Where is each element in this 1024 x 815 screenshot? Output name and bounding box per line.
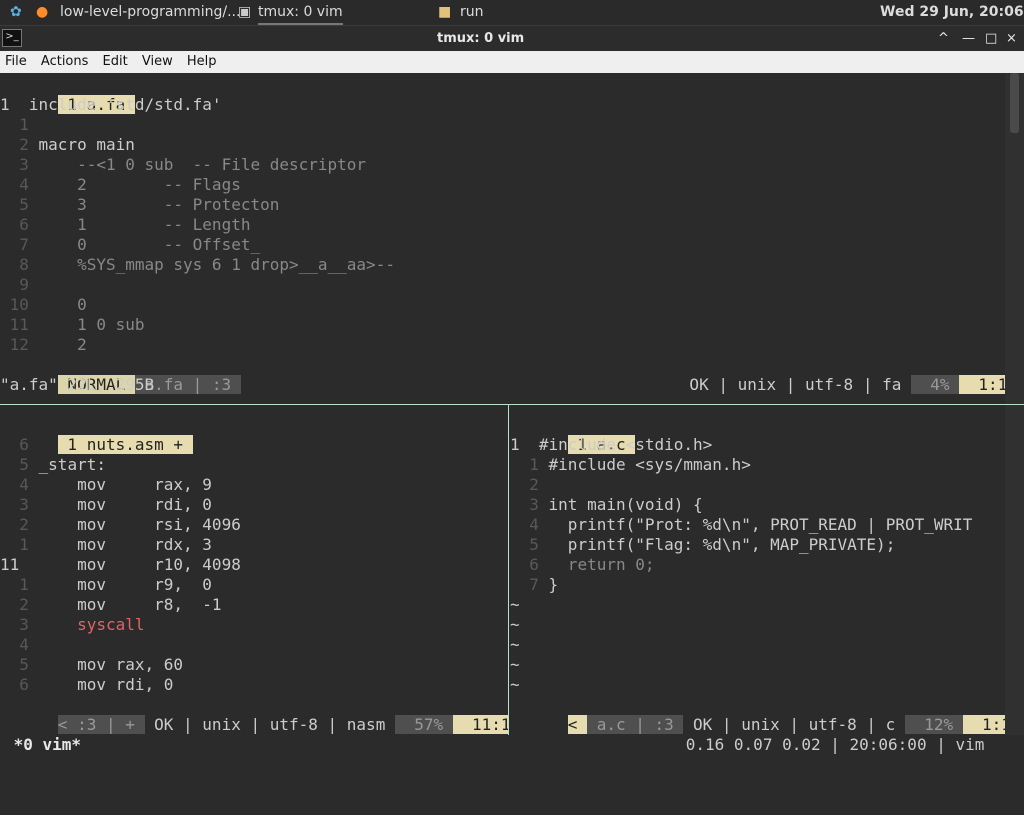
top-pane[interactable]: 1 a.fa X 1 include 'std/std.fa' 1 2 macr… — [0, 73, 1005, 405]
tmux-status-right: 0.16 0.07 0.02 | 20:06:00 | vim — [685, 735, 994, 754]
code-line: 1 include 'std/std.fa' — [0, 95, 222, 114]
menu-help[interactable]: Help — [182, 51, 222, 73]
empty-line-marker: ~ — [510, 655, 520, 674]
status-arrow: < — [567, 715, 588, 734]
window-shade-button[interactable]: ^ — [938, 26, 949, 51]
menu-view[interactable]: View — [137, 51, 178, 73]
tmux-status-bar: *0 vim* 0.16 0.07 0.02 | 20:06:00 | vim — [0, 735, 1024, 768]
window-title: tmux: 0 vim — [437, 31, 525, 46]
code-line: 2 macro main — [0, 135, 135, 154]
menu-bar: File Actions Edit View Help — [0, 51, 1024, 73]
code-line: 7 } — [510, 575, 559, 594]
code-line: 3 int main(void) { — [510, 495, 703, 514]
code-line: 3 --<1 0 sub -- File descriptor — [0, 155, 367, 174]
code-line: 4 printf("Prot: %d\n", PROT_READ | PROT_… — [510, 515, 973, 534]
code-line: 2 — [510, 475, 539, 494]
empty-line-marker: ~ — [510, 615, 520, 634]
pane-divider-vertical[interactable] — [508, 405, 509, 735]
code-line: 9 — [0, 275, 29, 294]
status-position: 1:1 — [962, 715, 1005, 734]
code-line: 4 — [0, 635, 29, 654]
status-file: a.c | :3 — [587, 715, 684, 734]
command-message: "a.fa" 22L, 295B — [0, 375, 155, 394]
status-position: 1:1 — [959, 375, 1005, 394]
close-button[interactable]: × — [1006, 26, 1017, 51]
right-pane[interactable]: 1 a.c X 1 #include <stdio.h> 1 #include … — [510, 405, 1005, 735]
code-line: 6 — [0, 435, 29, 454]
status-info: OK | unix | utf-8 | c — [683, 715, 905, 734]
empty-line-marker: ~ — [510, 595, 520, 614]
scrollbar-thumb[interactable] — [1010, 73, 1019, 133]
window-titlebar: >_ tmux: 0 vim ^ — □ × — [0, 25, 1024, 51]
taskbar-folder-window[interactable]: run — [460, 0, 484, 25]
clock[interactable]: Wed 29 Jun, 20:06 — [880, 0, 1024, 25]
code-line: 1 mov rdx, 3 — [0, 535, 212, 554]
status-file: < :3 | + — [57, 715, 145, 734]
code-line: 10 0 — [0, 295, 87, 314]
status-info: OK | unix | utf-8 | nasm — [144, 715, 395, 734]
code-line: 5 3 -- Protecton — [0, 195, 280, 214]
menu-edit[interactable]: Edit — [98, 51, 133, 73]
code-line: 12 2 — [0, 335, 87, 354]
statusline: < :3 | + OK | unix | utf-8 | nasm 57% 11… — [0, 695, 508, 734]
status-percent: 12% — [904, 715, 963, 734]
code-line: 2 mov r8, -1 — [0, 595, 222, 614]
taskbar-terminal-window[interactable]: tmux: 0 vim — [258, 0, 343, 25]
code-line: 7 0 -- Offset_ — [0, 235, 261, 254]
empty-line-marker: ~ — [510, 675, 520, 694]
code-line: 8 %SYS_mmap sys 6 1 drop>__a__aa>-- — [0, 255, 395, 274]
status-info: OK | unix | utf-8 | fa — [679, 375, 911, 394]
code-line: 1 mov r9, 0 — [0, 575, 212, 594]
folder-icon: ■ — [438, 4, 452, 20]
status-percent: 57% — [394, 715, 453, 734]
code-line: 4 mov rax, 9 — [0, 475, 212, 494]
code-line: 1 #include <stdio.h> — [510, 435, 713, 454]
menu-actions[interactable]: Actions — [36, 51, 94, 73]
tmux-window-name[interactable]: *0 vim* — [4, 735, 81, 755]
code-line: 11 mov r10, 4098 — [0, 555, 241, 574]
code-line: 1 — [0, 115, 29, 134]
maximize-button[interactable]: □ — [985, 26, 997, 51]
app-menu-icon[interactable]: ✿ — [10, 0, 22, 25]
code-line: 5 printf("Flag: %d\n", MAP_PRIVATE); — [510, 535, 896, 554]
minimize-button[interactable]: — — [962, 26, 975, 51]
code-line: 5 mov rax, 60 — [0, 655, 184, 674]
status-position: 11:1 — [452, 715, 508, 734]
taskbar: ✿ ● low-level-programming/... ▣ tmux: 0 … — [0, 0, 1024, 25]
code-line: 6 mov rdi, 0 — [0, 675, 174, 694]
terminal-area[interactable]: 1 a.fa X 1 include 'std/std.fa' 1 2 macr… — [0, 73, 1024, 768]
code-line: 5 _start: — [0, 455, 106, 474]
menu-file[interactable]: File — [0, 51, 32, 73]
code-line: 6 return 0; — [510, 555, 655, 574]
code-line: 6 1 -- Length — [0, 215, 251, 234]
statusline-right: OK | unix | utf-8 | fa 4% 1:1 — [622, 355, 1005, 394]
code-line: 1 #include <sys/mman.h> — [510, 455, 751, 474]
code-line: 4 2 -- Flags — [0, 175, 241, 194]
terminal-window-icon[interactable]: >_ — [2, 29, 22, 47]
code-line: 3 syscall — [0, 615, 145, 634]
empty-line-marker: ~ — [510, 635, 520, 654]
statusline: < a.c | :3 OK | unix | utf-8 | c 12% 1:1 — [510, 695, 1005, 734]
code-line: 11 1 0 sub — [0, 315, 145, 334]
code-line: 3 mov rdi, 0 — [0, 495, 212, 514]
status-percent: 4% — [910, 375, 960, 394]
firefox-icon[interactable]: ● — [36, 0, 48, 25]
tab-nuts-asm[interactable]: 1 nuts.asm + — [57, 435, 193, 454]
taskbar-firefox-window[interactable]: low-level-programming/... — [60, 0, 240, 25]
code-line: 2 mov rsi, 4096 — [0, 515, 241, 534]
left-pane[interactable]: 1 nuts.asm + X 6 5 _start: 4 mov rax, 9 … — [0, 405, 508, 735]
terminal-icon: ▣ — [238, 4, 252, 20]
